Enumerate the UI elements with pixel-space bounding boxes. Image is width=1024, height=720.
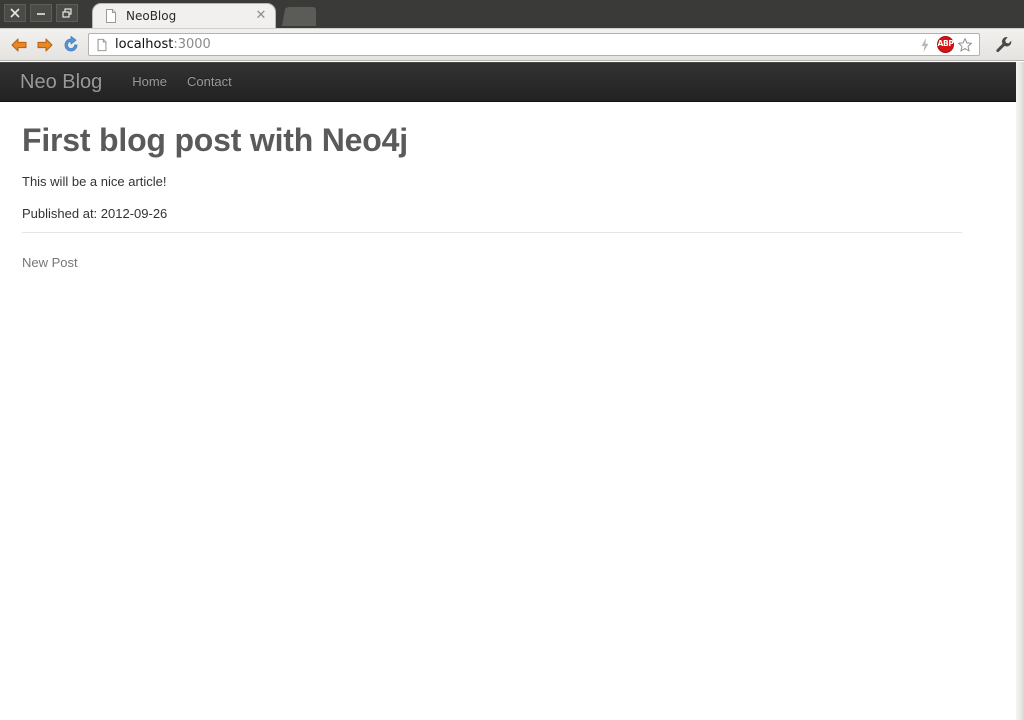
page-container: First blog post with Neo4j This will be … (0, 120, 982, 272)
minimize-icon (37, 13, 45, 15)
back-arrow-icon (11, 38, 27, 51)
window-close-button[interactable] (4, 4, 26, 22)
document-icon (97, 38, 107, 51)
browser-window: NeoBlog ✕ localhost:3000 ABP Neo Blog Ho… (0, 0, 1024, 720)
adblock-plus-icon: ABP (936, 36, 954, 53)
nav-link-home[interactable]: Home (122, 62, 177, 102)
nav-item-contact[interactable]: Contact (177, 62, 242, 102)
bolt-icon (921, 37, 929, 52)
page-viewport: Neo Blog Home Contact First blog post wi… (0, 62, 1016, 720)
url-port-path: :3000 (173, 37, 211, 52)
tab-title: NeoBlog (126, 9, 177, 23)
browser-menu-button[interactable] (990, 32, 1018, 58)
reload-icon (64, 35, 78, 51)
forward-arrow-icon (37, 38, 53, 51)
post-published-at: Published at: 2012-09-26 (22, 206, 168, 221)
new-tab-button[interactable] (282, 7, 316, 26)
window-maximize-button[interactable] (56, 4, 78, 22)
close-icon (10, 8, 20, 18)
forward-button[interactable] (32, 32, 58, 58)
site-nav: Home Contact (122, 62, 242, 102)
reload-button[interactable] (58, 32, 84, 58)
browser-toolbar: localhost:3000 ABP (0, 28, 1024, 61)
address-bar-url: localhost:3000 (115, 37, 915, 52)
adblock-plus-button[interactable]: ABP (935, 35, 955, 55)
bookmark-star-icon (958, 37, 972, 51)
window-minimize-button[interactable] (30, 4, 52, 22)
back-button[interactable] (6, 32, 32, 58)
content-divider (22, 232, 962, 234)
bookmark-star-button[interactable] (955, 35, 975, 55)
tab-strip: NeoBlog ✕ (0, 0, 1024, 28)
url-host: localhost (115, 37, 174, 52)
new-post-link[interactable]: New Post (22, 255, 78, 270)
post-title: First blog post with Neo4j (22, 122, 408, 158)
window-controls (4, 0, 78, 28)
nav-link-contact[interactable]: Contact (177, 62, 242, 102)
site-navbar: Neo Blog Home Contact (0, 62, 1016, 102)
site-brand[interactable]: Neo Blog (20, 62, 122, 102)
maximize-restore-icon (62, 8, 72, 18)
address-bar[interactable]: localhost:3000 ABP (88, 33, 980, 56)
nav-item-home[interactable]: Home (122, 62, 177, 102)
post-body: This will be a nice article! (22, 174, 167, 189)
page-action-bolt-icon[interactable] (915, 35, 935, 55)
tab-close-icon[interactable]: ✕ (253, 8, 269, 24)
wrench-icon (996, 36, 1012, 52)
browser-tab-neoblog[interactable]: NeoBlog ✕ (92, 3, 276, 28)
tab-list: NeoBlog ✕ (92, 0, 316, 28)
window-right-edge (1016, 62, 1024, 720)
document-icon (106, 9, 116, 23)
